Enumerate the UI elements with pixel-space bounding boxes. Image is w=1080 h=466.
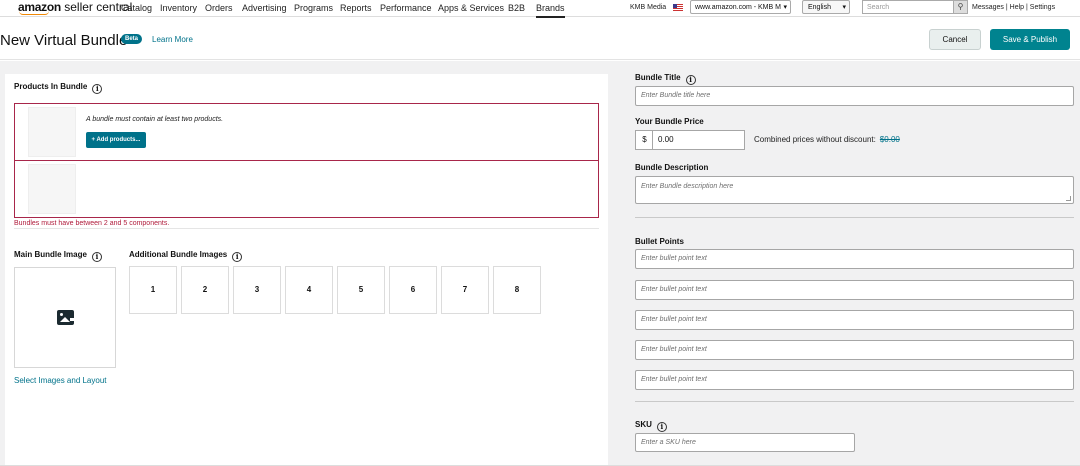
image-slot-1[interactable]: 1 [129, 266, 177, 314]
bundle-error-message: Bundles must have between 2 and 5 compon… [14, 220, 170, 227]
bullet-point-input-5[interactable]: Enter bullet point text [635, 370, 1074, 390]
products-in-bundle-title: Products In Bundle i [14, 82, 103, 94]
top-links: Messages | Help | Settings [972, 4, 1055, 11]
right-panel-form: Bundle Title i Enter Bundle title here Yo… [620, 61, 1080, 466]
select-images-layout-link[interactable]: Select Images and Layout [14, 376, 107, 385]
product-thumbnail-placeholder [28, 107, 76, 157]
products-bundle-box: A bundle must contain at least two produ… [14, 103, 599, 218]
amazon-smile-icon [19, 11, 49, 15]
store-name: KMB Media [630, 4, 667, 11]
add-products-button[interactable]: + Add products... [86, 132, 146, 148]
search-button[interactable]: ⚲ [953, 0, 968, 14]
beta-badge: Beta [121, 34, 143, 44]
bullet-point-input-3[interactable]: Enter bullet point text [635, 310, 1074, 330]
help-link[interactable]: Help [1010, 4, 1024, 11]
nav-brands[interactable]: Brands [536, 3, 565, 18]
info-icon[interactable]: i [685, 75, 696, 85]
save-publish-button[interactable]: Save & Publish [990, 29, 1070, 50]
us-flag-icon [673, 4, 683, 11]
nav-programs[interactable]: Programs [294, 3, 333, 13]
nav-inventory[interactable]: Inventory [160, 3, 197, 13]
bundle-description-label: Bundle Description [635, 163, 709, 172]
bundle-price-input[interactable]: 0.00 [652, 130, 745, 150]
content-area: Products In Bundle i A bundle must contai… [0, 61, 1080, 466]
bundle-title-label: Bundle Title i [635, 73, 696, 85]
language-select[interactable]: English ▾ [802, 0, 850, 14]
bullet-point-input-4[interactable]: Enter bullet point text [635, 340, 1074, 360]
additional-bundle-images-title: Additional Bundle Images i [129, 250, 243, 262]
bundle-row-divider [15, 160, 598, 161]
amazon-seller-central-logo[interactable]: amazon seller central [18, 0, 132, 15]
marketplace-select[interactable]: www.amazon.com - KMB M ▾ [690, 0, 791, 14]
image-icon [57, 310, 74, 325]
sku-label-text: SKU [635, 420, 652, 429]
search-icon: ⚲ [957, 2, 964, 11]
additional-bundle-images-label: Additional Bundle Images [129, 250, 228, 259]
description-placeholder: Enter Bundle description here [641, 183, 734, 190]
combined-price-text: Combined prices without discount: $0.00 [754, 135, 900, 144]
search-input[interactable]: Search [862, 0, 954, 14]
bundle-title-label-text: Bundle Title [635, 73, 681, 82]
bundle-price-label: Your Bundle Price [635, 117, 704, 126]
chevron-down-icon: ▾ [783, 4, 787, 11]
sku-input[interactable]: Enter a SKU here [635, 433, 855, 452]
nav-orders[interactable]: Orders [205, 3, 233, 13]
bullet-points-label: Bullet Points [635, 237, 684, 246]
product-thumbnail-placeholder [28, 164, 76, 214]
nav-catalog[interactable]: Catalog [121, 3, 152, 13]
currency-prefix: $ [635, 130, 653, 150]
chevron-down-icon: ▾ [842, 4, 846, 11]
image-slot-2[interactable]: 2 [181, 266, 229, 314]
link-separator: | [1005, 4, 1008, 11]
combined-price-value: $0.00 [879, 135, 900, 144]
nav-performance[interactable]: Performance [380, 3, 432, 13]
nav-advertising[interactable]: Advertising [242, 3, 287, 13]
image-slot-4[interactable]: 4 [285, 266, 333, 314]
main-bundle-image-title: Main Bundle Image i [14, 250, 102, 262]
link-separator: | [1026, 4, 1028, 11]
nav-b2b[interactable]: B2B [508, 3, 525, 13]
image-slot-3[interactable]: 3 [233, 266, 281, 314]
learn-more-link[interactable]: Learn More [152, 35, 193, 44]
top-navigation-bar: amazon seller central Catalog Inventory … [0, 0, 1080, 18]
bundle-title-input[interactable]: Enter Bundle title here [635, 86, 1074, 106]
cancel-button[interactable]: Cancel [929, 29, 981, 50]
page-title: New Virtual Bundle [0, 32, 128, 49]
bullet-point-input-2[interactable]: Enter bullet point text [635, 280, 1074, 300]
section-divider [14, 228, 599, 229]
nav-reports[interactable]: Reports [340, 3, 372, 13]
info-icon[interactable]: i [232, 252, 243, 262]
main-bundle-image-label: Main Bundle Image [14, 250, 87, 259]
resize-handle-icon[interactable] [1066, 196, 1071, 201]
combined-price-label: Combined prices without discount: [754, 135, 876, 144]
page-header: New Virtual Bundle Beta Learn More Cance… [0, 18, 1080, 60]
settings-link[interactable]: Settings [1030, 4, 1055, 11]
bundle-hint-text: A bundle must contain at least two produ… [86, 116, 224, 123]
products-in-bundle-label: Products In Bundle [14, 82, 88, 91]
language-value: English [808, 4, 831, 11]
bundle-description-textarea[interactable]: Enter Bundle description here [635, 176, 1074, 204]
image-slot-8[interactable]: 8 [493, 266, 541, 314]
image-slot-7[interactable]: 7 [441, 266, 489, 314]
left-panel: Products In Bundle i A bundle must contai… [5, 74, 608, 466]
info-icon[interactable]: i [91, 252, 102, 262]
info-icon[interactable]: i [656, 422, 667, 432]
info-icon[interactable]: i [92, 84, 103, 94]
image-slot-5[interactable]: 5 [337, 266, 385, 314]
main-image-dropzone[interactable] [14, 267, 116, 368]
section-divider [635, 401, 1074, 402]
section-divider [635, 217, 1074, 218]
sku-label: SKU i [635, 420, 667, 432]
marketplace-value: www.amazon.com - KMB M [695, 4, 781, 11]
nav-apps-services[interactable]: Apps & Services [438, 3, 504, 13]
messages-link[interactable]: Messages [972, 4, 1004, 11]
bullet-point-input-1[interactable]: Enter bullet point text [635, 249, 1074, 269]
image-slot-6[interactable]: 6 [389, 266, 437, 314]
